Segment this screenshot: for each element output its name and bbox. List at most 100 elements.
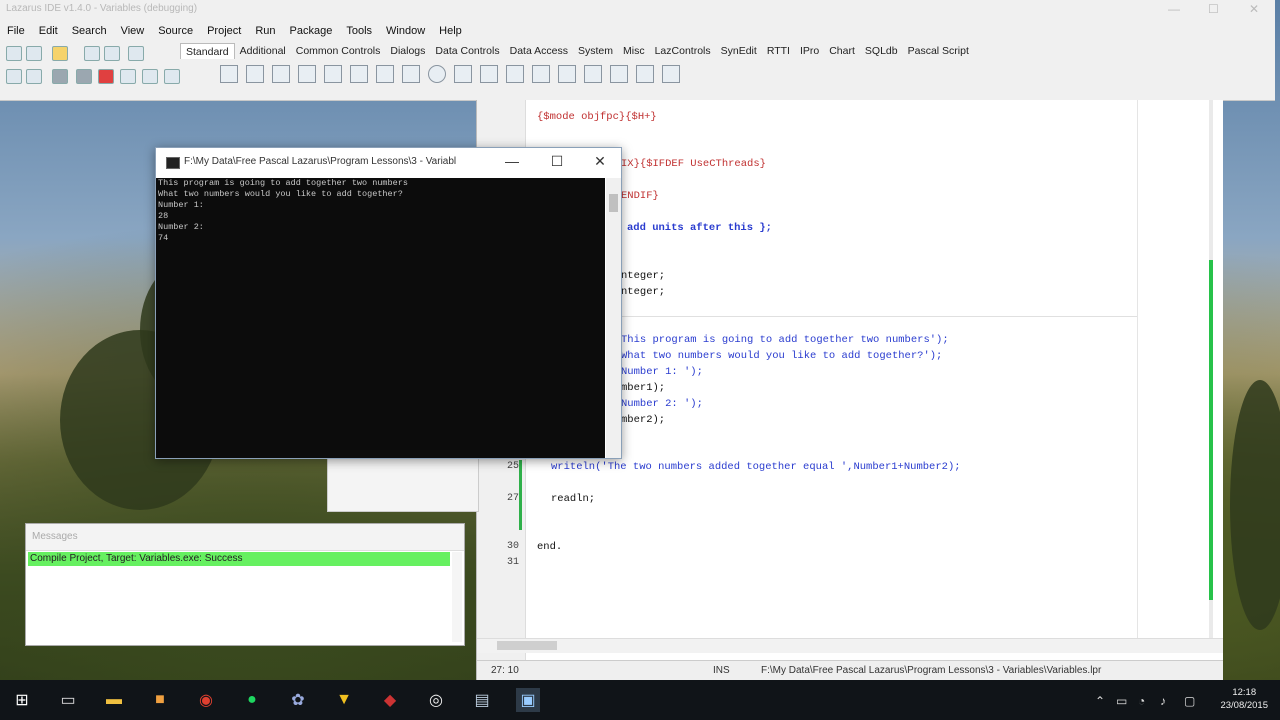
tmemo-icon[interactable] <box>350 65 368 83</box>
chevron-up-icon[interactable]: ⌃ <box>1095 694 1105 708</box>
settings-gear-icon[interactable]: ✿ <box>286 688 310 712</box>
horizontal-scrollbar[interactable] <box>477 638 1223 653</box>
tgroupbox-icon[interactable] <box>532 65 550 83</box>
ttogglebox-icon[interactable] <box>376 65 394 83</box>
new-unit-icon[interactable] <box>6 46 22 61</box>
tab-synedit[interactable]: SynEdit <box>716 43 762 59</box>
tab-common-controls[interactable]: Common Controls <box>291 43 386 59</box>
close-icon[interactable]: ✕ <box>1249 2 1259 16</box>
menu-window[interactable]: Window <box>379 22 432 40</box>
obs-icon[interactable]: ◎ <box>424 688 448 712</box>
close-file-icon[interactable] <box>128 46 144 61</box>
step-into-icon[interactable] <box>120 69 136 84</box>
console-title-bar[interactable]: F:\My Data\Free Pascal Lazarus\Program L… <box>156 148 621 176</box>
tab-data-controls[interactable]: Data Controls <box>430 43 504 59</box>
console-scroll-thumb[interactable] <box>609 194 618 212</box>
message-success[interactable]: Compile Project, Target: Variables.exe: … <box>28 552 450 566</box>
file-explorer-icon[interactable]: ▬ <box>102 688 126 712</box>
app-icon[interactable]: ■ <box>148 688 172 712</box>
tcheckbox-icon[interactable] <box>402 65 420 83</box>
tab-ipro[interactable]: IPro <box>795 43 824 59</box>
horizontal-scroll-thumb[interactable] <box>497 641 557 650</box>
tedit-icon[interactable] <box>324 65 342 83</box>
menu-package[interactable]: Package <box>283 22 340 40</box>
console-output[interactable]: This program is going to add together tw… <box>156 178 605 458</box>
new-form-icon[interactable] <box>26 46 42 61</box>
maximize-icon[interactable]: ☐ <box>1208 2 1219 16</box>
tab-chart[interactable]: Chart <box>824 43 860 59</box>
menu-edit[interactable]: Edit <box>32 22 65 40</box>
messages-scrollbar[interactable] <box>452 552 462 642</box>
stop-icon[interactable] <box>98 69 114 84</box>
menu-run[interactable]: Run <box>248 22 282 40</box>
notification-icon[interactable]: ▢ <box>1184 694 1195 708</box>
tlistbox-icon[interactable] <box>454 65 472 83</box>
wifi-icon[interactable]: ◔ <box>1138 694 1145 708</box>
minimize-icon[interactable]: — <box>502 153 522 169</box>
maximize-icon[interactable]: ☐ <box>547 153 567 170</box>
menu-source[interactable]: Source <box>151 22 200 40</box>
tcombobox-icon[interactable] <box>480 65 498 83</box>
line-number: 25 <box>506 461 519 472</box>
spotify-icon[interactable]: ● <box>240 688 264 712</box>
volume-icon[interactable]: ♪ <box>1160 694 1166 708</box>
code-line: This program is going to add together tw… <box>621 334 949 346</box>
tab-misc[interactable]: Misc <box>618 43 650 59</box>
menu-tools[interactable]: Tools <box>339 22 379 40</box>
tpopupmenu-icon[interactable] <box>246 65 264 83</box>
modified-line-marker <box>519 460 522 530</box>
tscrollbar-icon[interactable] <box>506 65 524 83</box>
menu-file[interactable]: File <box>0 22 32 40</box>
run-icon[interactable] <box>52 69 68 84</box>
view-forms-icon[interactable] <box>26 69 42 84</box>
network-icon[interactable]: ▭ <box>1116 694 1127 708</box>
tab-standard[interactable]: Standard <box>180 43 235 59</box>
tradiogroup-icon[interactable] <box>558 65 576 83</box>
step-out-icon[interactable] <box>164 69 180 84</box>
menu-search[interactable]: Search <box>65 22 114 40</box>
console-taskbar-icon[interactable]: ▣ <box>516 688 540 712</box>
tab-sqldb[interactable]: SQLdb <box>860 43 903 59</box>
lazarus-icon[interactable]: ▤ <box>470 688 494 712</box>
app-icon[interactable]: ◆ <box>378 688 402 712</box>
tcheckgroup-icon[interactable] <box>584 65 602 83</box>
messages-title-bar[interactable]: Messages <box>26 524 464 551</box>
tmainmenu-icon[interactable] <box>220 65 238 83</box>
task-view-icon[interactable]: ▭ <box>56 688 80 712</box>
code-line: ENDIF} <box>621 190 659 202</box>
tlabel-icon[interactable] <box>298 65 316 83</box>
pause-icon[interactable] <box>76 69 92 84</box>
clock[interactable]: 12:18 23/08/2015 <box>1220 686 1268 712</box>
tbutton-icon[interactable] <box>272 65 290 83</box>
console-scrollbar[interactable] <box>606 178 621 458</box>
code-area[interactable]: {$mode objfpc}{$H+} IX}{$IFDEF UseCThrea… <box>537 100 1137 640</box>
save-icon[interactable] <box>84 46 100 61</box>
tab-additional[interactable]: Additional <box>235 43 291 59</box>
tradiobutton-icon[interactable] <box>428 65 446 83</box>
step-over-icon[interactable] <box>142 69 158 84</box>
menu-help[interactable]: Help <box>432 22 469 40</box>
minimize-icon[interactable]: — <box>1168 2 1180 16</box>
open-icon[interactable] <box>52 46 68 61</box>
tframe-icon[interactable] <box>636 65 654 83</box>
tab-lazcontrols[interactable]: LazControls <box>650 43 716 59</box>
menu-view[interactable]: View <box>114 22 152 40</box>
view-units-icon[interactable] <box>6 69 22 84</box>
tab-data-access[interactable]: Data Access <box>505 43 573 59</box>
console-window[interactable]: F:\My Data\Free Pascal Lazarus\Program L… <box>155 147 622 459</box>
close-icon[interactable]: ✕ <box>590 153 610 170</box>
tab-rtti[interactable]: RTTI <box>762 43 795 59</box>
chrome-icon[interactable]: ◉ <box>194 688 218 712</box>
tab-system[interactable]: System <box>573 43 618 59</box>
menu-project[interactable]: Project <box>200 22 248 40</box>
tactionlist-icon[interactable] <box>662 65 680 83</box>
tab-dialogs[interactable]: Dialogs <box>385 43 430 59</box>
messages-window[interactable]: Messages Compile Project, Target: Variab… <box>25 523 465 646</box>
clock-date: 23/08/2015 <box>1220 700 1268 711</box>
cursor-position: 27: 10 <box>491 665 519 676</box>
tab-pascal-script[interactable]: Pascal Script <box>903 43 974 59</box>
save-all-icon[interactable] <box>104 46 120 61</box>
tpanel-icon[interactable] <box>610 65 628 83</box>
windows-start-icon[interactable]: ⊞ <box>10 688 34 712</box>
vlc-icon[interactable]: ▼ <box>332 688 356 712</box>
